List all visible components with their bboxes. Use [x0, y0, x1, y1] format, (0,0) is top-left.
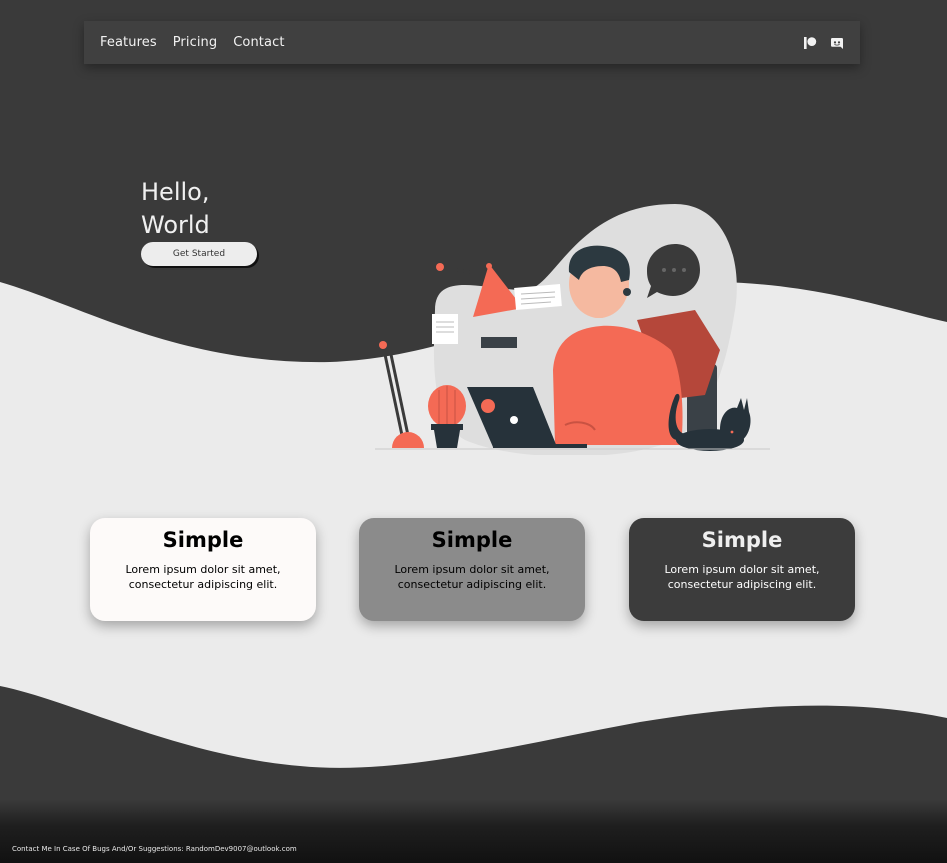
feature-card-1: Simple Lorem ipsum dolor sit amet, conse… [90, 518, 316, 621]
card-text: Lorem ipsum dolor sit amet, consectetur … [125, 563, 281, 591]
patreon-icon[interactable] [803, 36, 817, 50]
hero-title-line1: Hello, [141, 178, 210, 206]
card-title: Simple [162, 528, 244, 552]
card-title: Simple [701, 528, 783, 552]
hero-title: Hello, World [141, 176, 341, 242]
get-started-button[interactable]: Get Started [141, 242, 257, 266]
feature-card-3: Simple Lorem ipsum dolor sit amet, conse… [629, 518, 855, 621]
hero-title-line2: World [141, 211, 210, 239]
nav-link-contact[interactable]: Contact [233, 35, 284, 50]
card-text: Lorem ipsum dolor sit amet, consectetur … [394, 563, 550, 591]
hero-illustration [375, 204, 770, 455]
card-text: Lorem ipsum dolor sit amet, consectetur … [664, 563, 820, 591]
top-navbar: Features Pricing Contact [84, 21, 860, 64]
nav-icons [803, 36, 844, 50]
footer-contact-text: Contact Me In Case Of Bugs And/Or Sugges… [12, 845, 297, 853]
feature-card-2: Simple Lorem ipsum dolor sit amet, conse… [359, 518, 585, 621]
footer [0, 800, 947, 863]
nav-link-features[interactable]: Features [100, 35, 157, 50]
nav-links: Features Pricing Contact [100, 35, 285, 50]
discord-icon[interactable] [830, 36, 844, 50]
card-title: Simple [431, 528, 513, 552]
nav-link-pricing[interactable]: Pricing [173, 35, 218, 50]
